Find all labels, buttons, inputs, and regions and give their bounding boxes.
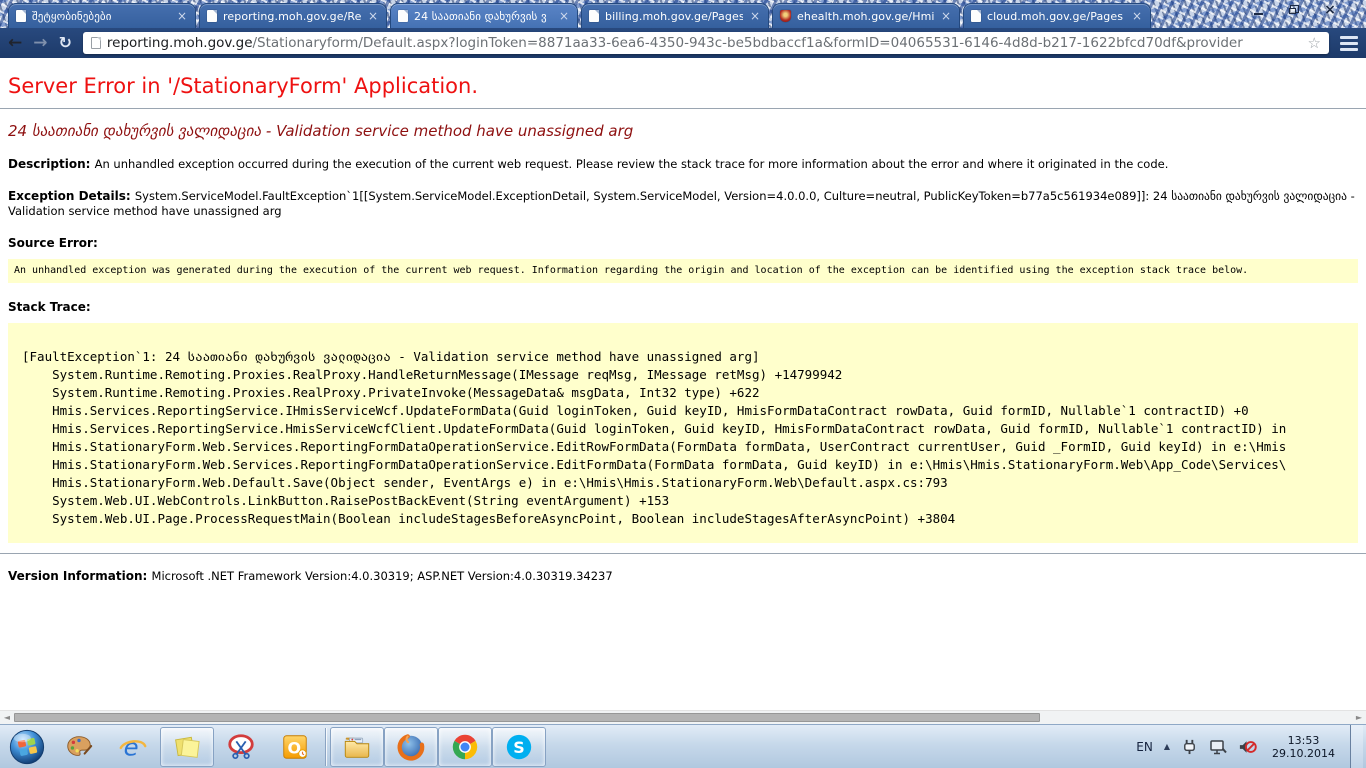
scroll-left-arrow-icon[interactable]: ◄ bbox=[0, 711, 14, 724]
description-label: Description: bbox=[8, 157, 95, 171]
tab-messages[interactable]: შეტყობინებები × bbox=[8, 3, 196, 28]
description-text: An unhandled exception occurred during t… bbox=[95, 157, 1169, 171]
tab-reporting[interactable]: reporting.moh.gov.ge/Rep × bbox=[199, 3, 387, 28]
windows-start-icon bbox=[8, 728, 46, 766]
tab-close-icon[interactable]: × bbox=[176, 10, 188, 22]
stack-trace-heading: Stack Trace: bbox=[8, 300, 1358, 314]
tab-close-icon[interactable]: × bbox=[367, 10, 379, 22]
version-text: Microsoft .NET Framework Version:4.0.303… bbox=[152, 569, 613, 583]
taskbar-divider bbox=[325, 728, 327, 766]
taskbar-outlook-button[interactable]: O bbox=[268, 727, 322, 767]
taskbar-snipping-tool-button[interactable] bbox=[214, 727, 268, 767]
firefox-icon bbox=[396, 732, 426, 762]
divider bbox=[0, 108, 1366, 109]
tab-title: billing.moh.gov.ge/Pages bbox=[605, 10, 743, 23]
taskbar-firefox-button[interactable] bbox=[384, 727, 438, 767]
page-favicon-icon bbox=[207, 10, 217, 22]
tab-title: ehealth.moh.gov.ge/Hmis bbox=[797, 10, 934, 23]
page-favicon-icon bbox=[398, 10, 408, 22]
browser-tabs: შეტყობინებები × reporting.moh.gov.ge/Rep… bbox=[8, 3, 1154, 28]
internet-explorer-icon: e bbox=[118, 732, 148, 762]
browser-toolbar: ← → ↻ reporting.moh.gov.ge/Stationaryfor… bbox=[0, 28, 1366, 58]
taskbar-skype-button[interactable]: S bbox=[492, 727, 546, 767]
version-label: Version Information: bbox=[8, 569, 152, 583]
source-error-heading: Source Error: bbox=[8, 236, 1358, 250]
divider bbox=[0, 553, 1366, 554]
horizontal-scrollbar[interactable]: ◄ ► bbox=[0, 710, 1366, 724]
taskbar-paint-button[interactable] bbox=[52, 727, 106, 767]
tab-title: cloud.moh.gov.ge/Pages bbox=[987, 10, 1125, 23]
tab-close-icon[interactable]: × bbox=[940, 10, 952, 22]
taskbar-windows-explorer-button[interactable] bbox=[330, 727, 384, 767]
system-tray: EN ▲ bbox=[1136, 725, 1366, 768]
tab-close-icon[interactable]: × bbox=[1131, 10, 1143, 22]
forward-button[interactable]: → bbox=[33, 35, 47, 52]
time-text: 13:53 bbox=[1272, 734, 1335, 747]
show-desktop-button[interactable] bbox=[1350, 725, 1363, 768]
svg-text:e: e bbox=[124, 732, 139, 761]
tab-title: reporting.moh.gov.ge/Rep bbox=[223, 10, 361, 23]
tab-cloud[interactable]: cloud.moh.gov.ge/Pages × bbox=[963, 3, 1151, 28]
windows-taskbar: e O bbox=[0, 724, 1366, 768]
description-paragraph: Description: An unhandled exception occu… bbox=[8, 157, 1358, 172]
bookmark-star-icon[interactable]: ☆ bbox=[1308, 34, 1321, 52]
skype-icon: S bbox=[504, 732, 534, 762]
power-plug-icon[interactable] bbox=[1181, 738, 1198, 755]
back-button[interactable]: ← bbox=[8, 35, 22, 52]
error-page: Server Error in '/StationaryForm' Applic… bbox=[0, 58, 1366, 710]
window-close-button[interactable]: × bbox=[1320, 2, 1340, 17]
scroll-right-arrow-icon[interactable]: ► bbox=[1352, 711, 1366, 724]
error-title: Server Error in '/StationaryForm' Applic… bbox=[8, 74, 1358, 98]
start-button[interactable] bbox=[2, 725, 52, 768]
taskbar-clock[interactable]: 13:53 29.10.2014 bbox=[1272, 734, 1335, 760]
paint-icon bbox=[64, 732, 94, 762]
stack-trace-text: [FaultException`1: 24 საათიანი დახურვის … bbox=[22, 348, 1358, 528]
browser-tab-strip: შეტყობინებები × reporting.moh.gov.ge/Rep… bbox=[0, 0, 1366, 28]
exception-label: Exception Details: bbox=[8, 189, 135, 203]
tab-title: 24 საათიანი დახურვის ვ bbox=[414, 10, 552, 23]
svg-text:S: S bbox=[513, 738, 524, 757]
reload-button[interactable]: ↻ bbox=[59, 35, 72, 51]
tab-ehealth[interactable]: ehealth.moh.gov.ge/Hmis × bbox=[772, 3, 960, 28]
snipping-tool-icon bbox=[226, 732, 256, 762]
url-text[interactable]: reporting.moh.gov.ge/Stationaryform/Defa… bbox=[107, 35, 1302, 51]
source-error-box: An unhandled exception was generated dur… bbox=[8, 259, 1358, 283]
tab-stationary-form-active[interactable]: 24 საათიანი დახურვის ვ × bbox=[390, 3, 578, 28]
tab-close-icon[interactable]: × bbox=[749, 10, 761, 22]
page-icon bbox=[91, 37, 101, 49]
stack-trace-box: [FaultException`1: 24 საათიანი დახურვის … bbox=[8, 323, 1358, 543]
page-favicon-icon bbox=[589, 10, 599, 22]
sticky-notes-icon bbox=[172, 732, 202, 762]
windows-explorer-folder-icon bbox=[342, 732, 372, 762]
volume-muted-icon[interactable] bbox=[1238, 738, 1257, 756]
exception-text: System.ServiceModel.FaultException`1[[Sy… bbox=[8, 189, 1355, 218]
url-path-query: /Stationaryform/Default.aspx?loginToken=… bbox=[253, 35, 1243, 51]
tab-title: შეტყობინებები bbox=[32, 10, 170, 23]
url-domain: reporting.moh.gov.ge bbox=[107, 35, 253, 51]
language-indicator[interactable]: EN bbox=[1136, 740, 1153, 754]
taskbar-internet-explorer-button[interactable]: e bbox=[106, 727, 160, 767]
network-icon[interactable] bbox=[1209, 738, 1227, 756]
window-minimize-button[interactable] bbox=[1248, 2, 1268, 17]
desktop-screen: შეტყობინებები × reporting.moh.gov.ge/Rep… bbox=[0, 0, 1366, 768]
error-subtitle: 24 საათიანი დახურვის ვალიდაცია - Validat… bbox=[8, 122, 1358, 140]
chrome-menu-icon[interactable] bbox=[1340, 36, 1358, 51]
tab-billing[interactable]: billing.moh.gov.ge/Pages × bbox=[581, 3, 769, 28]
taskbar-chrome-button[interactable] bbox=[438, 727, 492, 767]
tab-close-icon[interactable]: × bbox=[558, 10, 570, 22]
chrome-icon bbox=[450, 732, 480, 762]
version-info: Version Information: Microsoft .NET Fram… bbox=[8, 569, 1358, 583]
taskbar-sticky-notes-button[interactable] bbox=[160, 727, 214, 767]
page-favicon-icon bbox=[971, 10, 981, 22]
page-favicon-icon bbox=[16, 10, 26, 22]
georgia-emblem-icon bbox=[780, 10, 791, 22]
outlook-icon: O bbox=[280, 732, 310, 762]
window-controls: × bbox=[1248, 2, 1340, 17]
show-hidden-icons-chevron[interactable]: ▲ bbox=[1164, 742, 1170, 751]
address-bar[interactable]: reporting.moh.gov.ge/Stationaryform/Defa… bbox=[83, 32, 1329, 54]
window-restore-button[interactable] bbox=[1284, 2, 1304, 17]
date-text: 29.10.2014 bbox=[1272, 747, 1335, 760]
exception-paragraph: Exception Details: System.ServiceModel.F… bbox=[8, 189, 1358, 219]
scrollbar-thumb[interactable] bbox=[14, 713, 1040, 722]
